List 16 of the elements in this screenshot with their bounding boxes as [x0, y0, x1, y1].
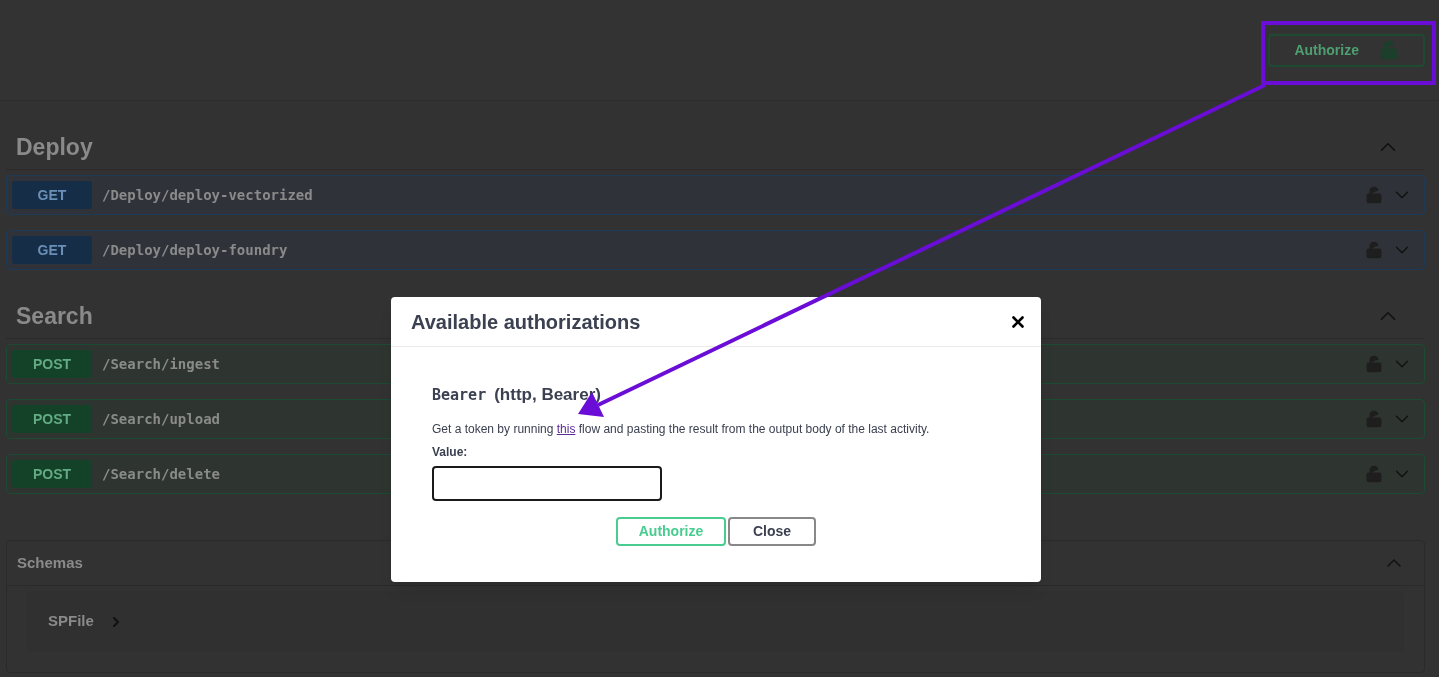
value-label: Value:: [432, 443, 469, 461]
method-badge: GET: [12, 181, 92, 209]
method-badge: GET: [12, 236, 92, 264]
endpoint-path: /Search/delete: [102, 464, 220, 484]
dialog-title: Available authorizations: [411, 309, 641, 335]
description-text: Get a token by running this flow and pasting the result from the output body of the last activity.: [432, 420, 931, 438]
method-badge: POST: [12, 460, 92, 488]
method-badge: POST: [12, 405, 92, 433]
scheme-type: (http, Bearer): [494, 384, 601, 406]
endpoint-path: /Deploy/deploy-foundry: [102, 240, 288, 260]
method-badge: POST: [12, 350, 92, 378]
endpoint-path: /Deploy/deploy-vectorized: [102, 185, 313, 205]
endpoint-path: /Search/ingest: [102, 354, 220, 374]
endpoint-path: /Search/upload: [102, 409, 220, 429]
schema-name: SPFile: [48, 611, 94, 632]
scheme-name: Bearer: [432, 385, 487, 406]
